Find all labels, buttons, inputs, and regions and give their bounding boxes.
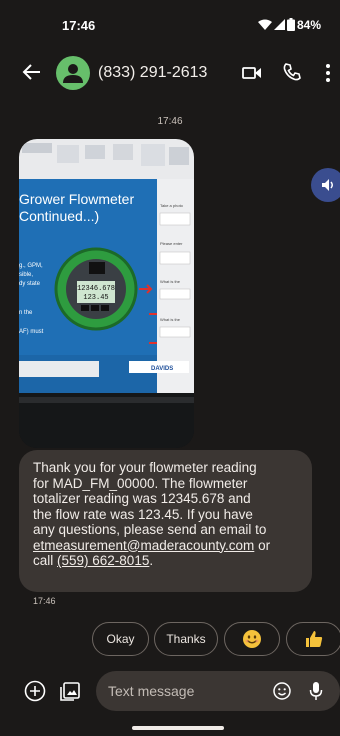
back-arrow-icon[interactable] bbox=[22, 62, 42, 82]
smart-reply-thumbs-up[interactable] bbox=[286, 622, 340, 656]
battery-percent: 84% bbox=[297, 18, 322, 32]
contact-name[interactable]: (833) 291-2613 bbox=[98, 64, 207, 82]
photo-side-text-6: AF) must bbox=[19, 329, 44, 335]
photo-title-1: Grower Flowmeter bbox=[19, 191, 134, 207]
add-attachment-icon[interactable] bbox=[24, 680, 46, 702]
volume-icon bbox=[322, 179, 333, 191]
phone-link[interactable]: (559) 662-8015 bbox=[57, 553, 149, 568]
more-options-icon[interactable] bbox=[325, 63, 331, 83]
microphone-icon[interactable] bbox=[309, 681, 323, 701]
message-line: totalizer reading was 12345.678 and bbox=[33, 491, 251, 506]
home-indicator[interactable] bbox=[132, 726, 224, 730]
message-timestamp: 17:46 bbox=[33, 596, 56, 606]
wifi-icon bbox=[258, 19, 272, 30]
photo-side-text-5: n the bbox=[19, 310, 33, 316]
video-call-icon[interactable] bbox=[242, 65, 262, 81]
photo-footer-brand: DAVIDS bbox=[151, 366, 173, 372]
thumbs-up-emoji-icon bbox=[306, 631, 323, 647]
smart-reply-thanks[interactable]: Thanks bbox=[154, 622, 218, 656]
photo-side-text-3: dy state bbox=[19, 281, 41, 287]
message-line: call (559) 662-8015. bbox=[33, 553, 302, 569]
message-text: call bbox=[33, 553, 58, 568]
message-line: etmeasurement@maderacounty.com or bbox=[33, 538, 302, 554]
signal-icon bbox=[274, 19, 285, 30]
message-line: Thank you for your flowmeter reading bbox=[33, 460, 257, 475]
battery-icon bbox=[287, 18, 295, 31]
person-icon bbox=[63, 64, 83, 83]
message-input[interactable]: Text message bbox=[96, 671, 340, 711]
message-line: the flow rate was 123.45. If you have bbox=[33, 506, 253, 522]
photo-panel-text-4: What is the bbox=[160, 317, 181, 322]
photo-content: Take a photo Please enter What is the Wh… bbox=[19, 139, 194, 448]
message-photo[interactable]: Take a photo Please enter What is the Wh… bbox=[19, 139, 194, 448]
photo-side-text-2: sible, bbox=[19, 272, 33, 278]
message-line: for MAD_FM_00000. The flowmeter bbox=[33, 475, 248, 491]
smiling-face-emoji-icon bbox=[243, 630, 261, 648]
status-bar: 17:46 84% bbox=[0, 0, 340, 44]
volume-button[interactable] bbox=[311, 168, 340, 202]
photo-display-total: 12346.678 bbox=[77, 285, 115, 293]
photo-panel-text-2: Please enter bbox=[160, 241, 183, 246]
photo-side-text-1: g., GPM, bbox=[19, 263, 43, 269]
smart-reply-okay[interactable]: Okay bbox=[92, 622, 149, 656]
gallery-icon[interactable] bbox=[59, 680, 81, 702]
message-input-placeholder: Text message bbox=[108, 683, 195, 699]
photo-panel-text-1: Take a photo bbox=[160, 203, 184, 208]
message-line: any questions, please send an email to bbox=[33, 522, 267, 537]
photo-panel-text-3: What is the bbox=[160, 279, 181, 284]
photo-title-2: Continued...) bbox=[19, 208, 99, 224]
message-text: or bbox=[254, 537, 271, 553]
emoji-icon[interactable] bbox=[273, 682, 291, 700]
message-bubble[interactable]: Thank you for your flowmeter reading for… bbox=[19, 450, 312, 592]
message-text: . bbox=[149, 553, 154, 568]
messages-screen: 17:46 84% (833) 291-2613 17:46 Take a ph… bbox=[0, 0, 340, 736]
smart-reply-smile-emoji[interactable] bbox=[224, 622, 280, 656]
contact-avatar[interactable] bbox=[56, 56, 90, 90]
timestamp-top: 17:46 bbox=[157, 116, 183, 127]
status-time: 17:46 bbox=[62, 18, 96, 33]
photo-display-rate: 123.45 bbox=[83, 294, 108, 302]
phone-icon[interactable] bbox=[283, 63, 301, 81]
email-link[interactable]: etmeasurement@maderacounty.com bbox=[33, 538, 254, 553]
